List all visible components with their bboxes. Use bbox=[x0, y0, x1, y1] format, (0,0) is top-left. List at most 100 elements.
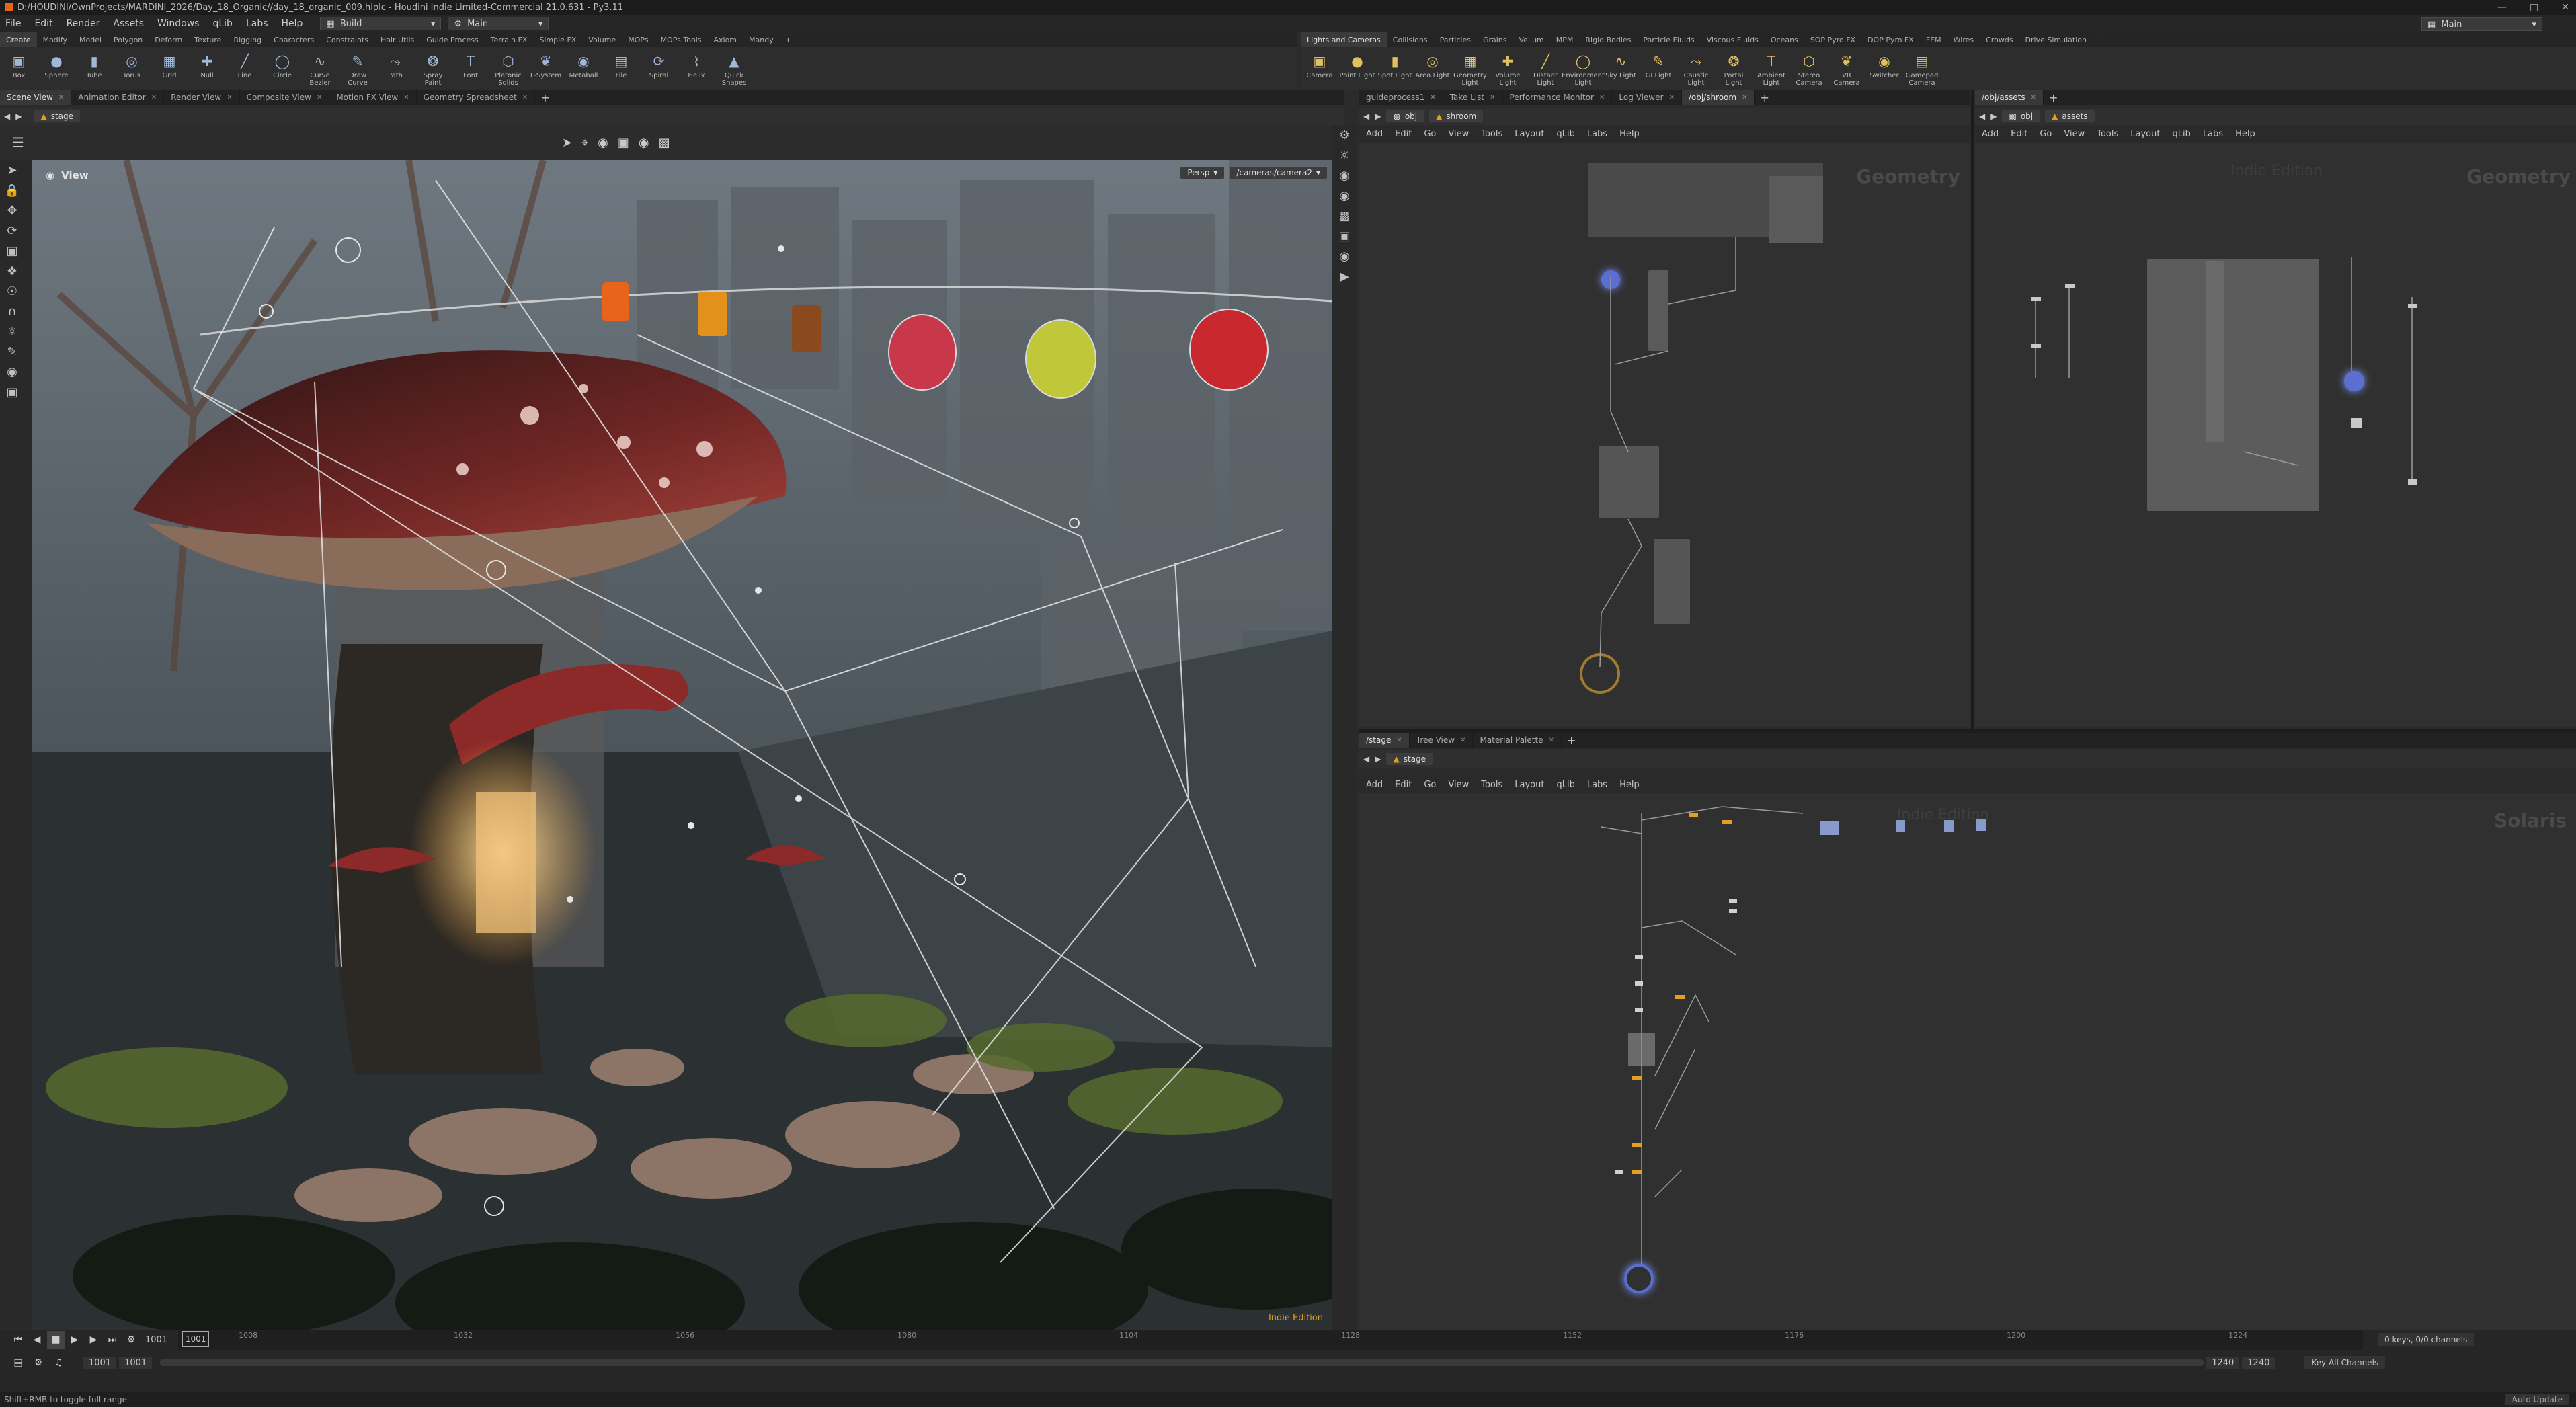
shading-icon[interactable]: ◉ bbox=[639, 136, 649, 150]
visibility-icon[interactable]: ◉ bbox=[1332, 186, 1357, 206]
close-icon[interactable]: ✕ bbox=[1742, 94, 1747, 102]
tool-font[interactable]: T Font bbox=[452, 48, 489, 89]
shelf-tab-oceans[interactable]: Oceans bbox=[1765, 32, 1804, 47]
tool-sphere[interactable]: ● Sphere bbox=[38, 48, 75, 89]
forward-arrow-icon[interactable]: ▶ bbox=[15, 112, 22, 121]
shelf-tab-lights-and-cameras[interactable]: Lights and Cameras bbox=[1301, 32, 1387, 47]
close-icon[interactable]: ✕ bbox=[317, 94, 322, 102]
lock-camera-icon[interactable]: ▩ bbox=[659, 136, 670, 150]
menu-view[interactable]: View bbox=[1448, 780, 1469, 790]
path-crumb-stage[interactable]: ▲ stage bbox=[34, 110, 81, 122]
path-crumb-obj[interactable]: ▩ obj bbox=[2002, 110, 2040, 122]
shelf-tab-rigid-bodies[interactable]: Rigid Bodies bbox=[1579, 32, 1637, 47]
shelf-tab-create[interactable]: Create bbox=[0, 32, 37, 47]
add-tab-icon[interactable]: + bbox=[2049, 91, 2058, 104]
time-slider[interactable]: 1001 1008 1032 1056 1080 1104 1128 1152 … bbox=[178, 1330, 2364, 1350]
shelf-tab-modify[interactable]: Modify bbox=[37, 32, 73, 47]
menu-add[interactable]: Add bbox=[1982, 129, 1999, 139]
menu-edit[interactable]: Edit bbox=[2011, 129, 2027, 139]
add-tab-icon[interactable]: + bbox=[540, 91, 549, 104]
menu-labs[interactable]: Labs bbox=[1587, 129, 1607, 139]
shelf-tab-mandy[interactable]: Mandy bbox=[743, 32, 780, 47]
tool-torus[interactable]: ◎ Torus bbox=[113, 48, 151, 89]
network-editor-stage[interactable]: Solaris Indie Edition bbox=[1359, 793, 2576, 1330]
close-icon[interactable]: ✕ bbox=[1396, 737, 1402, 744]
menu-tools[interactable]: Tools bbox=[1481, 780, 1502, 790]
menu-add[interactable]: Add bbox=[1366, 780, 1383, 790]
shelf-tab-hair-utils[interactable]: Hair Utils bbox=[374, 32, 420, 47]
tool-box[interactable]: ▣ Box bbox=[0, 48, 38, 89]
close-icon[interactable]: ✕ bbox=[58, 94, 64, 102]
tab-composite-view[interactable]: Composite View ✕ bbox=[240, 90, 330, 105]
lock-icon[interactable]: ▩ bbox=[1332, 206, 1357, 226]
shelf-tab-drive-simulation[interactable]: Drive Simulation bbox=[2019, 32, 2093, 47]
menu-tools[interactable]: Tools bbox=[1481, 129, 1502, 139]
tool-geometry-light[interactable]: ▦ Geometry Light bbox=[1451, 48, 1489, 89]
menu-layout[interactable]: Layout bbox=[2130, 129, 2160, 139]
tool-point-light[interactable]: ● Point Light bbox=[1338, 48, 1376, 89]
camera-icon[interactable]: ◉ bbox=[0, 362, 24, 382]
lock-icon[interactable]: 🔒 bbox=[0, 180, 24, 200]
start-frame-field[interactable]: 1001 bbox=[83, 1356, 117, 1369]
menu-labs[interactable]: Labs bbox=[246, 18, 268, 29]
display-options-icon[interactable]: ▣ bbox=[618, 136, 629, 150]
menu-help[interactable]: Help bbox=[2235, 129, 2255, 139]
snapshot-icon[interactable]: ▣ bbox=[1332, 226, 1357, 246]
tab-scene-view[interactable]: Scene View ✕ bbox=[0, 90, 72, 105]
tool-platonic-solids[interactable]: ⬡ Platonic Solids bbox=[489, 48, 527, 89]
paint-tool-icon[interactable]: ✎ bbox=[0, 341, 24, 362]
tool-ambient-light[interactable]: T Ambient Light bbox=[1753, 48, 1790, 89]
tool-line[interactable]: ╱ Line bbox=[226, 48, 264, 89]
rotate-tool-icon[interactable]: ⟳ bbox=[0, 220, 24, 241]
context-select[interactable]: ⚙ Main ▾ bbox=[448, 17, 549, 30]
shelf-tab-dop-pyro-fx[interactable]: DOP Pyro FX bbox=[1861, 32, 1920, 47]
close-icon[interactable]: ✕ bbox=[1430, 94, 1435, 102]
3d-viewport[interactable]: ◉ View Persp ▾ /cameras/camera2 ▾ Indie Ed… bbox=[32, 160, 1332, 1330]
workspace-select[interactable]: ▦ Main ▾ bbox=[2421, 17, 2542, 31]
menu-grid-icon[interactable]: ☰ bbox=[12, 134, 24, 151]
tool-grid[interactable]: ▦ Grid bbox=[151, 48, 188, 89]
maximize-icon[interactable]: □ bbox=[2530, 2, 2538, 13]
menu-help[interactable]: Help bbox=[1619, 780, 1640, 790]
range-slider[interactable] bbox=[160, 1359, 2204, 1366]
close-icon[interactable]: ✕ bbox=[522, 94, 528, 102]
shelf-tab-mops[interactable]: MOPs bbox=[622, 32, 654, 47]
close-icon[interactable]: ✕ bbox=[2031, 94, 2036, 102]
back-arrow-icon[interactable]: ◀ bbox=[1363, 112, 1369, 121]
key-all-channels-button[interactable]: Key All Channels bbox=[2304, 1356, 2386, 1369]
tool-circle[interactable]: ◯ Circle bbox=[264, 48, 301, 89]
tab-obj-shroom[interactable]: /obj/shroom ✕ bbox=[1681, 90, 1755, 105]
persp-menu[interactable]: Persp ▾ bbox=[1180, 167, 1225, 179]
shelf-tab-mops-tools[interactable]: MOPs Tools bbox=[655, 32, 708, 47]
tool-spot-light[interactable]: ▮ Spot Light bbox=[1376, 48, 1414, 89]
tool-environment-light[interactable]: ◯ Environment Light bbox=[1562, 48, 1605, 89]
shelf-tab-mpm[interactable]: MPM bbox=[1550, 32, 1580, 47]
menu-tools[interactable]: Tools bbox=[2097, 129, 2118, 139]
tab-material-palette[interactable]: Material Palette ✕ bbox=[1473, 733, 1562, 748]
close-icon[interactable]: ✕ bbox=[403, 94, 409, 102]
tool-gi-light[interactable]: ✎ GI Light bbox=[1640, 48, 1677, 89]
path-crumb-shroom[interactable]: ▲ shroom bbox=[1429, 110, 1484, 122]
shelf-tab-vellum[interactable]: Vellum bbox=[1513, 32, 1550, 47]
step-forward-icon[interactable]: ▶ bbox=[85, 1331, 102, 1349]
add-tab-icon[interactable]: + bbox=[1760, 91, 1769, 104]
tool-area-light[interactable]: ◎ Area Light bbox=[1414, 48, 1451, 89]
close-icon[interactable]: ✕ bbox=[227, 94, 232, 102]
tool-tube[interactable]: ▮ Tube bbox=[75, 48, 113, 89]
camera-menu[interactable]: /cameras/camera2 ▾ bbox=[1230, 167, 1327, 179]
menu-assets[interactable]: Assets bbox=[113, 18, 144, 29]
select-tool-icon[interactable]: ➤ bbox=[0, 160, 24, 180]
step-back-icon[interactable]: ◀ bbox=[28, 1331, 46, 1349]
pose-tool-icon[interactable]: ☉ bbox=[0, 281, 24, 301]
tool-switcher[interactable]: ◉ Switcher bbox=[1865, 48, 1903, 89]
menu-help[interactable]: Help bbox=[1619, 129, 1640, 139]
shelf-tab-model[interactable]: Model bbox=[73, 32, 108, 47]
tool-curve-bezier[interactable]: ∿ Curve Bezier bbox=[301, 48, 339, 89]
shelf-tab-crowds[interactable]: Crowds bbox=[1980, 32, 2019, 47]
tool-vr-camera[interactable]: ❦ VR Camera bbox=[1828, 48, 1865, 89]
network-editor-assets[interactable]: Geometry Indie Edition bbox=[1975, 143, 2576, 727]
shelf-tab-rigging[interactable]: Rigging bbox=[227, 32, 268, 47]
tab-render-view[interactable]: Render View ✕ bbox=[164, 90, 240, 105]
tool-l-system[interactable]: ❦ L-System bbox=[527, 48, 565, 89]
viewport-render[interactable] bbox=[32, 160, 1332, 1330]
